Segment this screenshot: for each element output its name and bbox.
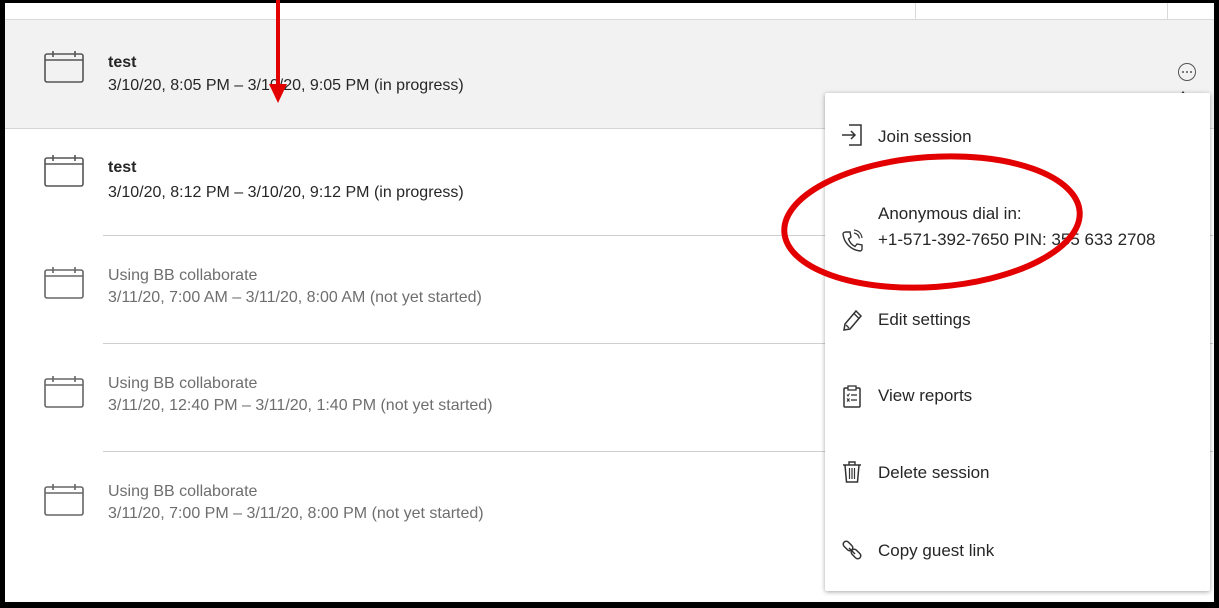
annotation-layer xyxy=(269,0,1083,291)
annotation-arrow-head xyxy=(269,84,287,103)
annotation-circle xyxy=(781,153,1083,291)
